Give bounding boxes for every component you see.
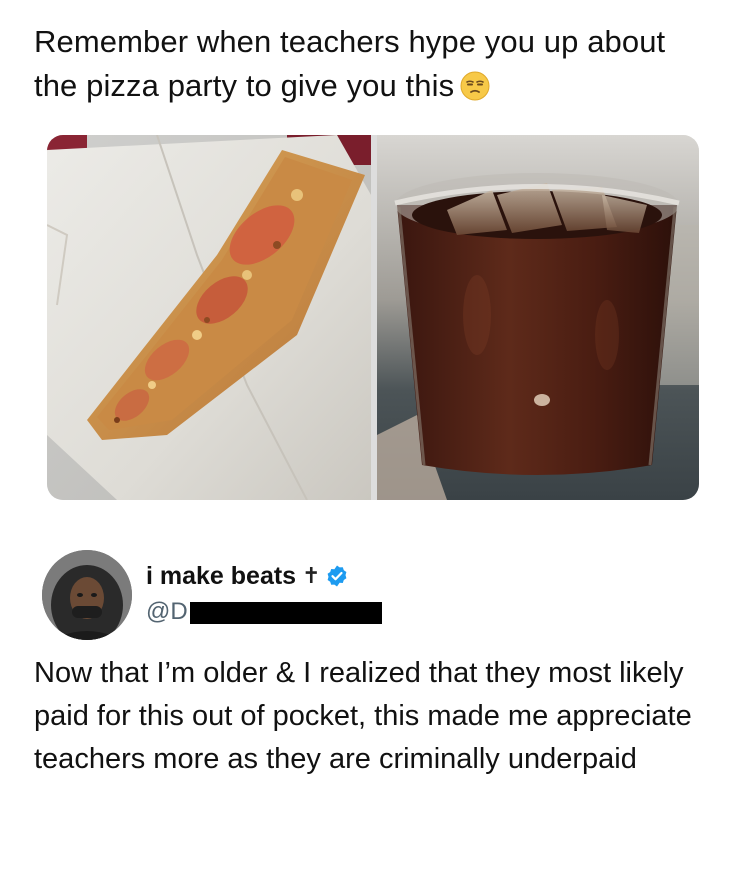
handle-row: @D (146, 597, 382, 627)
original-post-body: Remember when teachers hype you up about… (34, 24, 666, 103)
unamused-face-emoji-icon (460, 69, 490, 101)
post-media-grid[interactable] (47, 135, 699, 500)
original-post-text: Remember when teachers hype you up about… (34, 20, 714, 108)
display-name[interactable]: i make beats (146, 562, 296, 591)
verified-badge-icon (325, 564, 349, 588)
cross-icon: ✝ (302, 563, 321, 588)
handle[interactable]: @D (146, 598, 188, 626)
pizza-slice-image[interactable] (47, 135, 371, 500)
avatar[interactable] (42, 550, 132, 640)
quote-post-text: Now that I’m older & I realized that the… (34, 657, 692, 775)
soda-cup-image[interactable] (377, 135, 699, 500)
display-name-row: i make beats ✝ (146, 560, 349, 592)
handle-redaction-bar (189, 602, 382, 624)
